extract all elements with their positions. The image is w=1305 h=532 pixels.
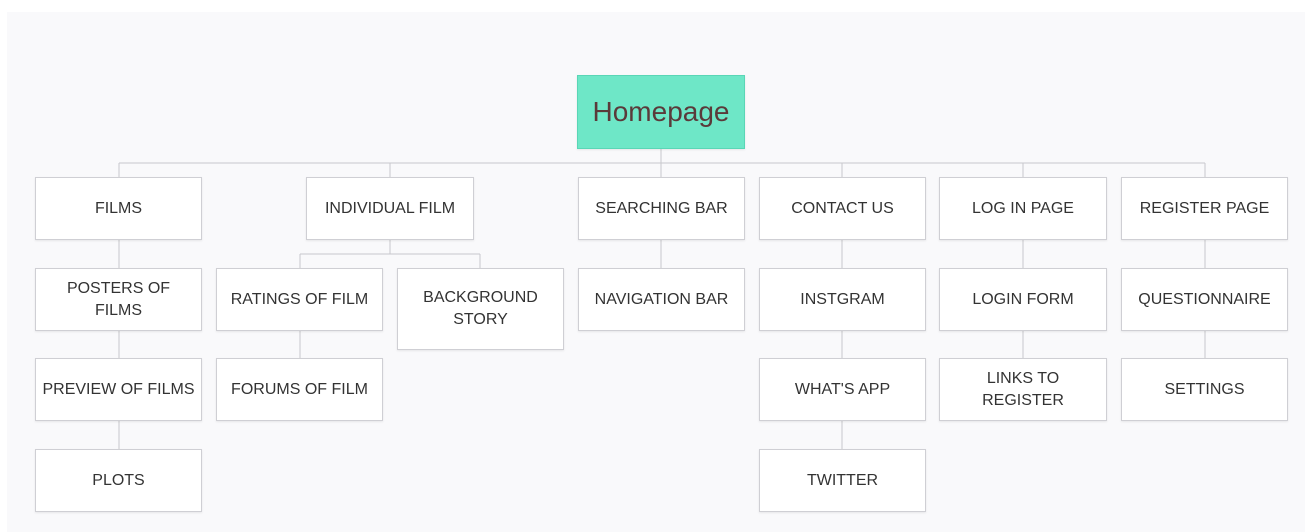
node-label: SETTINGS [1164,380,1245,398]
node-label: QUESTIONNAIRE [1138,290,1271,308]
node-links-to-register: LINKS TO REGISTER [939,358,1107,421]
node-background-story: BACKGROUND STORY [397,268,564,350]
node-contact-us: CONTACT US [759,177,926,240]
node-posters-of-films: POSTERS OF FILMS [35,268,202,331]
node-twitter: TWITTER [759,449,926,512]
node-whats-app: WHAT'S APP [759,358,926,421]
node-label: LOG IN PAGE [972,199,1074,217]
root-node-homepage: Homepage [577,75,745,149]
node-label: PREVIEW OF FILMS [42,380,195,398]
node-ratings-of-film: RATINGS OF FILM [216,268,383,331]
node-label: TWITTER [806,471,879,489]
node-register-page: REGISTER PAGE [1121,177,1288,240]
node-label: CONTACT US [791,199,894,217]
node-searching-bar: SEARCHING BAR [578,177,745,240]
node-label: SEARCHING BAR [595,199,728,217]
node-label: FORUMS OF FILM [231,380,368,398]
node-label: INSTGRAM [800,290,885,308]
node-log-in-page: LOG IN PAGE [939,177,1107,240]
node-label: INDIVIDUAL FILM [324,199,456,217]
node-plots: PLOTS [35,449,202,512]
root-node-label: Homepage [592,96,730,127]
node-label: RATINGS OF FILM [230,290,369,308]
node-label: LINKS TO REGISTER [982,369,1064,409]
node-label: LOGIN FORM [972,290,1074,308]
node-label: BACKGROUND STORY [423,289,538,328]
node-settings: SETTINGS [1121,358,1288,421]
node-login-form: LOGIN FORM [939,268,1107,331]
node-label: POSTERS OF FILMS [66,279,171,319]
node-navigation-bar: NAVIGATION BAR [578,268,745,331]
node-forums-of-film: FORUMS OF FILM [216,358,383,421]
node-label: PLOTS [92,471,145,489]
node-label: FILMS [94,199,143,217]
node-instgram: INSTGRAM [759,268,926,331]
node-films: FILMS [35,177,202,240]
node-preview-of-films: PREVIEW OF FILMS [35,358,202,421]
node-questionnaire: QUESTIONNAIRE [1121,268,1288,331]
node-label: WHAT'S APP [794,380,891,398]
node-label: REGISTER PAGE [1139,199,1270,217]
node-label: NAVIGATION BAR [594,290,729,308]
node-individual-film: INDIVIDUAL FILM [306,177,474,240]
